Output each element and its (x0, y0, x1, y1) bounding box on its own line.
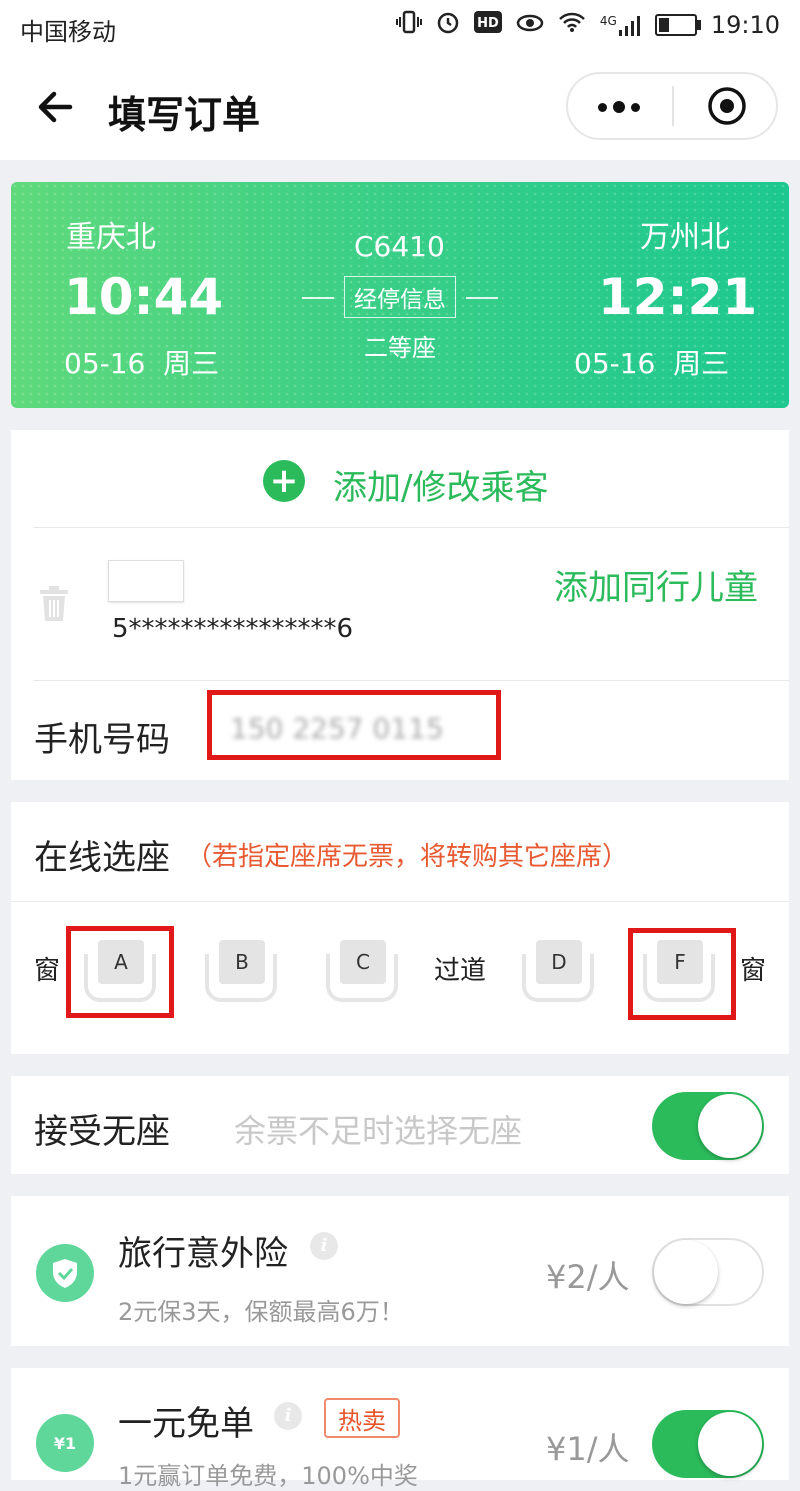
shield-check-icon (36, 1244, 94, 1302)
add-child-button[interactable]: 添加同行儿童 (554, 560, 758, 609)
close-target-icon[interactable] (707, 86, 747, 126)
svg-text:HD: HD (477, 16, 499, 31)
wifi-icon (558, 11, 586, 39)
highlight-box-phone (207, 690, 501, 760)
window-label-right: 窗 (740, 956, 767, 986)
seat-label: B (219, 940, 265, 984)
more-dots-icon[interactable] (598, 92, 642, 122)
window-label-left: 窗 (34, 956, 61, 986)
seat-c[interactable]: C (326, 940, 398, 1002)
free-order-price: ¥1/人 (546, 1430, 630, 1468)
insurance-toggle[interactable] (652, 1238, 764, 1306)
divider (33, 527, 789, 528)
battery-icon (654, 14, 701, 36)
arrival-date: 05-16 周三 (574, 347, 730, 380)
eye-icon (516, 11, 544, 39)
route-line-right (466, 297, 498, 299)
seat-d[interactable]: D (522, 940, 594, 1002)
aisle-label: 过道 (434, 956, 487, 986)
highlight-box-seat-a (66, 926, 174, 1018)
info-icon[interactable]: i (310, 1232, 338, 1260)
network-type: 4G (599, 14, 617, 28)
capsule-divider (672, 86, 674, 126)
seat-label: D (536, 940, 582, 984)
hot-sale-badge: 热卖 (324, 1398, 400, 1438)
alarm-icon (436, 10, 460, 40)
yuan-coupon-icon: ¥1 (36, 1414, 94, 1472)
no-seat-toggle[interactable] (652, 1092, 764, 1160)
no-seat-label: 接受无座 (34, 1112, 170, 1152)
passenger-id-number: 5****************6 (112, 614, 354, 644)
arrival-station: 万州北 (640, 220, 730, 255)
free-order-toggle[interactable] (652, 1410, 764, 1478)
highlight-box-seat-f (628, 928, 736, 1020)
add-passenger-button[interactable]: 添加/修改乘客 (333, 460, 548, 509)
add-passenger-plus-icon[interactable]: + (263, 460, 305, 502)
insurance-price: ¥2/人 (546, 1258, 630, 1296)
carrier-name: 中国移动 (20, 18, 116, 46)
train-number: C6410 (354, 230, 445, 263)
departure-station: 重庆北 (66, 220, 156, 255)
hd-icon: HD (473, 11, 502, 39)
free-order-title: 一元免单 (118, 1404, 254, 1444)
arrival-time: 12:21 (598, 268, 758, 326)
trash-icon[interactable] (38, 585, 70, 623)
phone-label: 手机号码 (34, 720, 170, 760)
status-icons: HD 4G 19:10 (395, 10, 780, 40)
departure-time: 10:44 (64, 268, 224, 326)
seat-b[interactable]: B (205, 940, 277, 1002)
seat-selection-title: 在线选座 (34, 838, 170, 878)
clock-time: 19:10 (710, 11, 780, 39)
insurance-title: 旅行意外险 (118, 1234, 288, 1274)
seat-class: 二等座 (364, 334, 436, 362)
divider (33, 680, 789, 681)
info-icon[interactable]: i (274, 1402, 302, 1430)
departure-date: 05-16 周三 (64, 347, 220, 380)
no-seat-hint: 余票不足时选择无座 (234, 1112, 523, 1150)
passenger-name-redacted (108, 560, 184, 602)
seat-selection-note: （若指定座席无票，将转购其它座席） (186, 842, 629, 872)
stop-info-button[interactable]: 经停信息 (344, 276, 456, 318)
signal-icon: 4G (600, 14, 641, 36)
vibrate-icon (395, 10, 422, 40)
insurance-subtitle: 2元保3天，保额最高6万！ (118, 1298, 404, 1326)
seat-label: C (340, 940, 386, 984)
divider (11, 901, 789, 902)
page-title: 填写订单 (108, 93, 261, 137)
route-line-left (302, 297, 334, 299)
free-order-subtitle: 1元赢订单免费，100%中奖 (118, 1462, 418, 1490)
back-arrow-icon[interactable] (34, 82, 84, 132)
